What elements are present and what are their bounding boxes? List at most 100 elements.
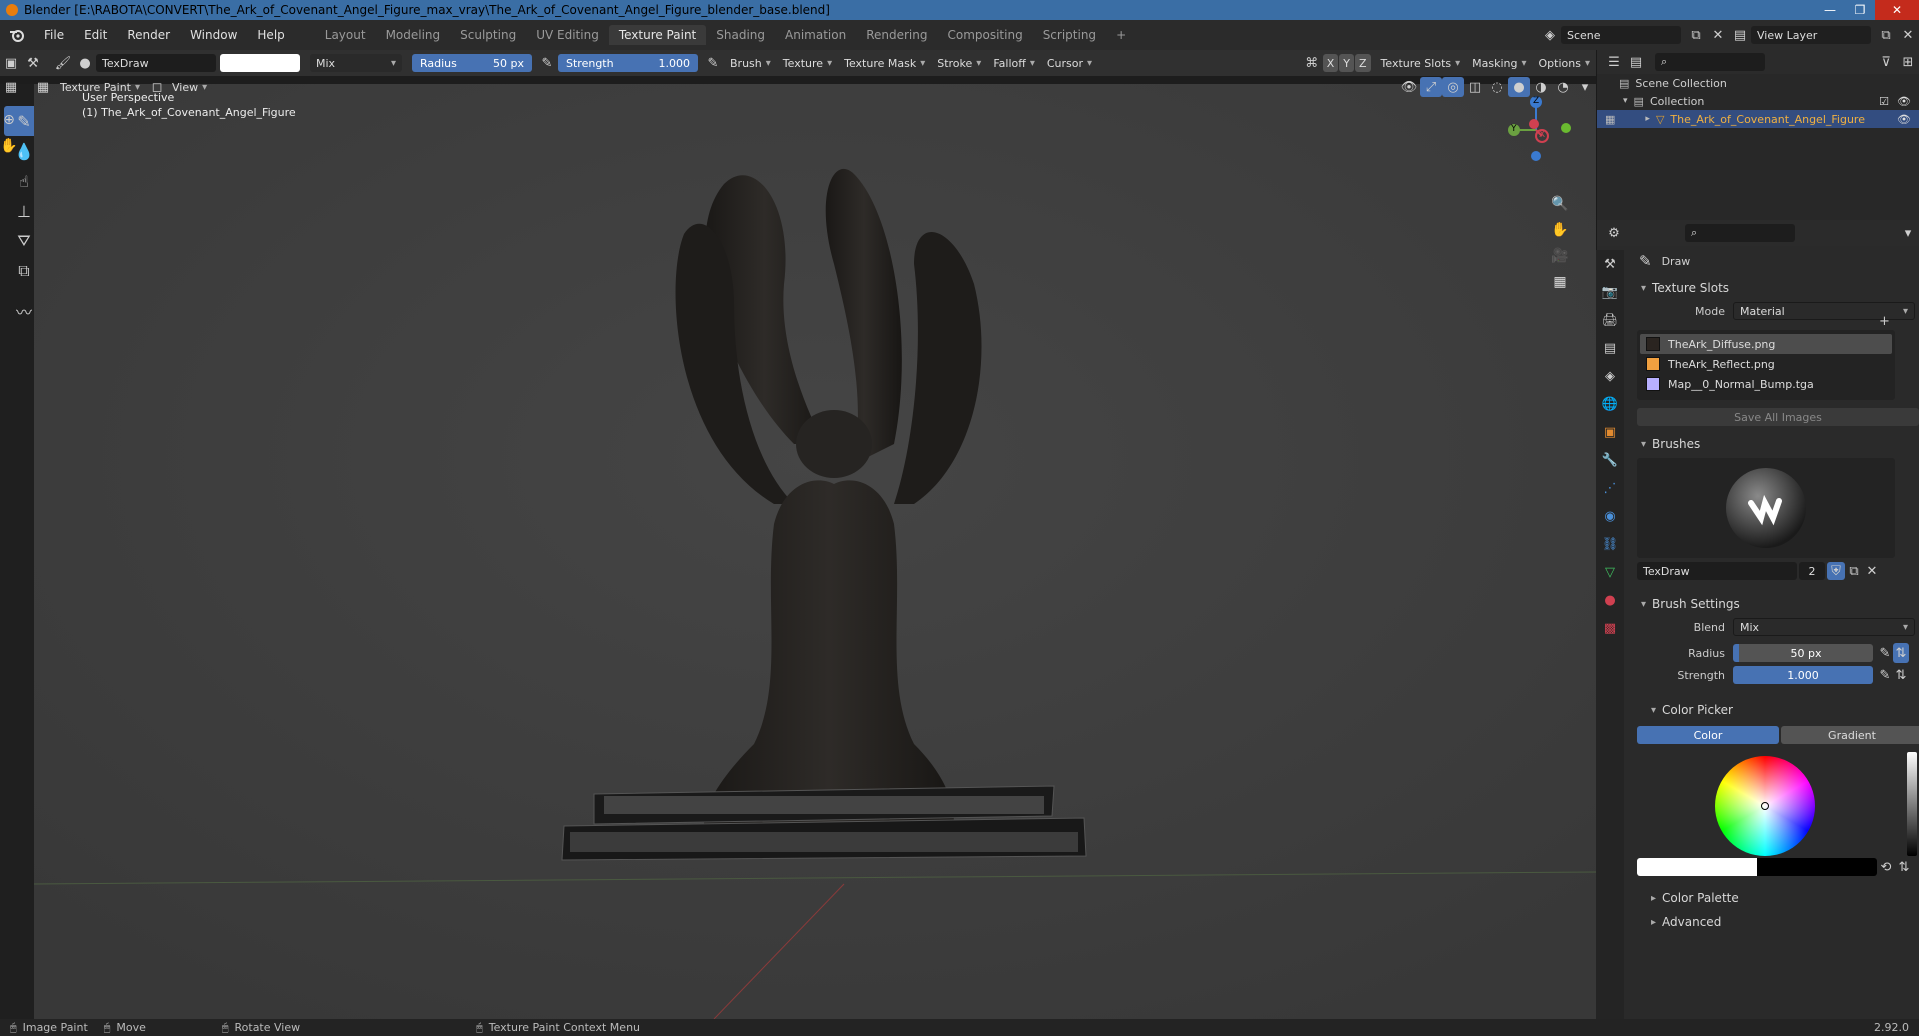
color-tab[interactable]: Color: [1637, 726, 1779, 744]
symmetry-icon[interactable]: ⌘: [1301, 53, 1323, 73]
color-picker-header[interactable]: Color Picker: [1631, 698, 1919, 722]
menu-view[interactable]: View: [168, 78, 213, 96]
duplicate-brush-icon[interactable]: ⧉: [1845, 561, 1863, 581]
texture-slot-item[interactable]: TheArk_Diffuse.png: [1640, 334, 1892, 354]
display-mode-icon[interactable]: ▤: [1625, 52, 1647, 72]
tab-uv-editing[interactable]: UV Editing: [526, 25, 609, 45]
remove-view-layer-icon[interactable]: ✕: [1897, 25, 1919, 45]
brush-color-swatch[interactable]: [220, 54, 300, 72]
visibility-icon[interactable]: 👁: [1398, 77, 1420, 97]
material-tab-icon[interactable]: ●: [1596, 586, 1624, 614]
world-tab-icon[interactable]: 🌐: [1596, 390, 1624, 418]
menu-window[interactable]: Window: [180, 28, 247, 42]
advanced-header[interactable]: Advanced: [1631, 910, 1919, 934]
add-slot-icon[interactable]: +: [1879, 314, 1890, 329]
zoom-view-icon[interactable]: ⊕: [3, 112, 15, 128]
options-chevron-icon[interactable]: ▾: [1897, 223, 1919, 243]
radius-pressure-icon[interactable]: ✎: [536, 53, 558, 73]
tab-rendering[interactable]: Rendering: [856, 25, 937, 45]
color-wheel[interactable]: [1715, 756, 1815, 856]
tab-texture-paint[interactable]: Texture Paint: [608, 25, 707, 45]
menu-render[interactable]: Render: [117, 28, 180, 42]
texture-slot-item[interactable]: Map__0_Normal_Bump.tga: [1640, 374, 1892, 394]
menu-brush[interactable]: Brush: [724, 54, 777, 72]
menu-edit[interactable]: Edit: [74, 28, 117, 42]
menu-stroke[interactable]: Stroke: [931, 54, 987, 72]
secondary-color-swatch[interactable]: [1757, 858, 1877, 876]
color-cursor[interactable]: [1761, 802, 1769, 810]
outliner-row-scene-collection[interactable]: ▤ Scene Collection: [1597, 74, 1919, 92]
menu-cursor[interactable]: Cursor: [1041, 54, 1098, 72]
close-icon[interactable]: ✕: [1875, 0, 1919, 20]
tab-shading[interactable]: Shading: [706, 25, 775, 45]
add-workspace-icon[interactable]: +: [1106, 25, 1136, 45]
value-slider[interactable]: [1907, 752, 1917, 856]
mask-toggle-icon[interactable]: ◻: [146, 77, 168, 97]
new-view-layer-icon[interactable]: ⧉: [1875, 25, 1897, 45]
maximize-icon[interactable]: ❐: [1845, 0, 1875, 20]
brushes-header[interactable]: Brushes: [1631, 432, 1919, 456]
fake-user-shield-icon[interactable]: ⛨: [1827, 562, 1845, 580]
new-collection-icon[interactable]: ⊞: [1897, 52, 1919, 72]
mirror-z-toggle[interactable]: Z: [1354, 54, 1371, 72]
radius-slider[interactable]: Radius 50 px: [412, 54, 532, 72]
checkbox-icon[interactable]: ☑: [1879, 95, 1889, 108]
radius-slider-2[interactable]: 50 px: [1733, 644, 1873, 662]
filter-icon[interactable]: ⊽: [1875, 52, 1897, 72]
primary-color-swatch[interactable]: [1637, 858, 1757, 876]
overlay-toggle-icon[interactable]: ◎: [1442, 77, 1464, 97]
editor-type-icon[interactable]: ▣: [0, 53, 22, 73]
menu-texture[interactable]: Texture: [777, 54, 838, 72]
properties-search-input[interactable]: ⌕: [1685, 224, 1795, 242]
tab-layout[interactable]: Layout: [315, 25, 376, 45]
tab-modeling[interactable]: Modeling: [376, 25, 451, 45]
solid-shading-icon[interactable]: ●: [1508, 77, 1530, 97]
mirror-x-toggle[interactable]: X: [1322, 54, 1339, 72]
new-scene-icon[interactable]: ⧉: [1685, 25, 1707, 45]
outliner-row-object[interactable]: ▦ ▸ ▽ The_Ark_of_Covenant_Angel_Figure 👁: [1597, 110, 1919, 128]
strength-pressure-icon-2[interactable]: ✎: [1877, 665, 1893, 685]
strength-slider-2[interactable]: 1.000: [1733, 666, 1873, 684]
camera-view-icon[interactable]: 🎥: [1551, 248, 1568, 264]
eye-icon-2[interactable]: 👁: [1897, 113, 1911, 126]
zoom-icon[interactable]: 🔍: [1551, 196, 1568, 212]
3d-viewport[interactable]: User Perspective (1) The_Ark_of_Covenant…: [34, 84, 1596, 1019]
object-tab-icon[interactable]: ▣: [1596, 418, 1624, 446]
particles-tab-icon[interactable]: ⋰: [1596, 474, 1624, 502]
view-layer-field[interactable]: View Layer: [1751, 26, 1871, 44]
brush-preview[interactable]: [1637, 458, 1895, 558]
view-layer-tab-icon[interactable]: ▤: [1596, 334, 1624, 362]
unlink-brush-icon[interactable]: ✕: [1863, 561, 1881, 581]
xray-icon[interactable]: ◫: [1464, 77, 1486, 97]
hand-pan-icon[interactable]: ✋: [0, 138, 17, 154]
blend-dropdown[interactable]: Mix: [310, 54, 402, 72]
gradient-tab[interactable]: Gradient: [1781, 726, 1919, 744]
pan-hand-icon[interactable]: ✋: [1551, 222, 1568, 238]
texture-slots-header[interactable]: Texture Slots: [1631, 276, 1919, 300]
menu-file[interactable]: File: [34, 28, 74, 42]
color-palette-header[interactable]: Color Palette: [1631, 886, 1919, 910]
users-count[interactable]: 2: [1799, 562, 1825, 580]
brush-name-field[interactable]: TexDraw: [96, 54, 216, 72]
tab-scripting[interactable]: Scripting: [1033, 25, 1106, 45]
menu-masking[interactable]: Masking: [1466, 54, 1532, 72]
blender-menu-icon[interactable]: [0, 28, 34, 42]
output-tab-icon[interactable]: 🖨: [1596, 306, 1624, 334]
view-layer-icon[interactable]: ▤: [1729, 25, 1751, 45]
outliner-editor-icon[interactable]: ☰: [1603, 52, 1625, 72]
blend-dropdown-2[interactable]: Mix: [1733, 618, 1915, 636]
render-tab-icon[interactable]: 📷: [1596, 278, 1624, 306]
physics-tab-icon[interactable]: ◉: [1596, 502, 1624, 530]
color-unit-icon[interactable]: ⇅: [1895, 857, 1913, 877]
brush-fake-user-icon[interactable]: ●: [74, 53, 96, 73]
save-all-images-button[interactable]: Save All Images: [1637, 408, 1919, 426]
scene-field[interactable]: Scene: [1561, 26, 1681, 44]
mode-dropdown[interactable]: Texture Paint: [54, 78, 146, 96]
shading-options-icon[interactable]: ▾: [1574, 77, 1596, 97]
menu-texture-mask[interactable]: Texture Mask: [838, 54, 931, 72]
modifier-tab-icon[interactable]: 🔧: [1596, 446, 1624, 474]
texture-tab-icon[interactable]: ▩: [1596, 614, 1624, 642]
brush-name-field-2[interactable]: TexDraw: [1637, 562, 1797, 580]
navigation-gizmo[interactable]: Z Y X: [1496, 90, 1576, 170]
tab-animation[interactable]: Animation: [775, 25, 856, 45]
